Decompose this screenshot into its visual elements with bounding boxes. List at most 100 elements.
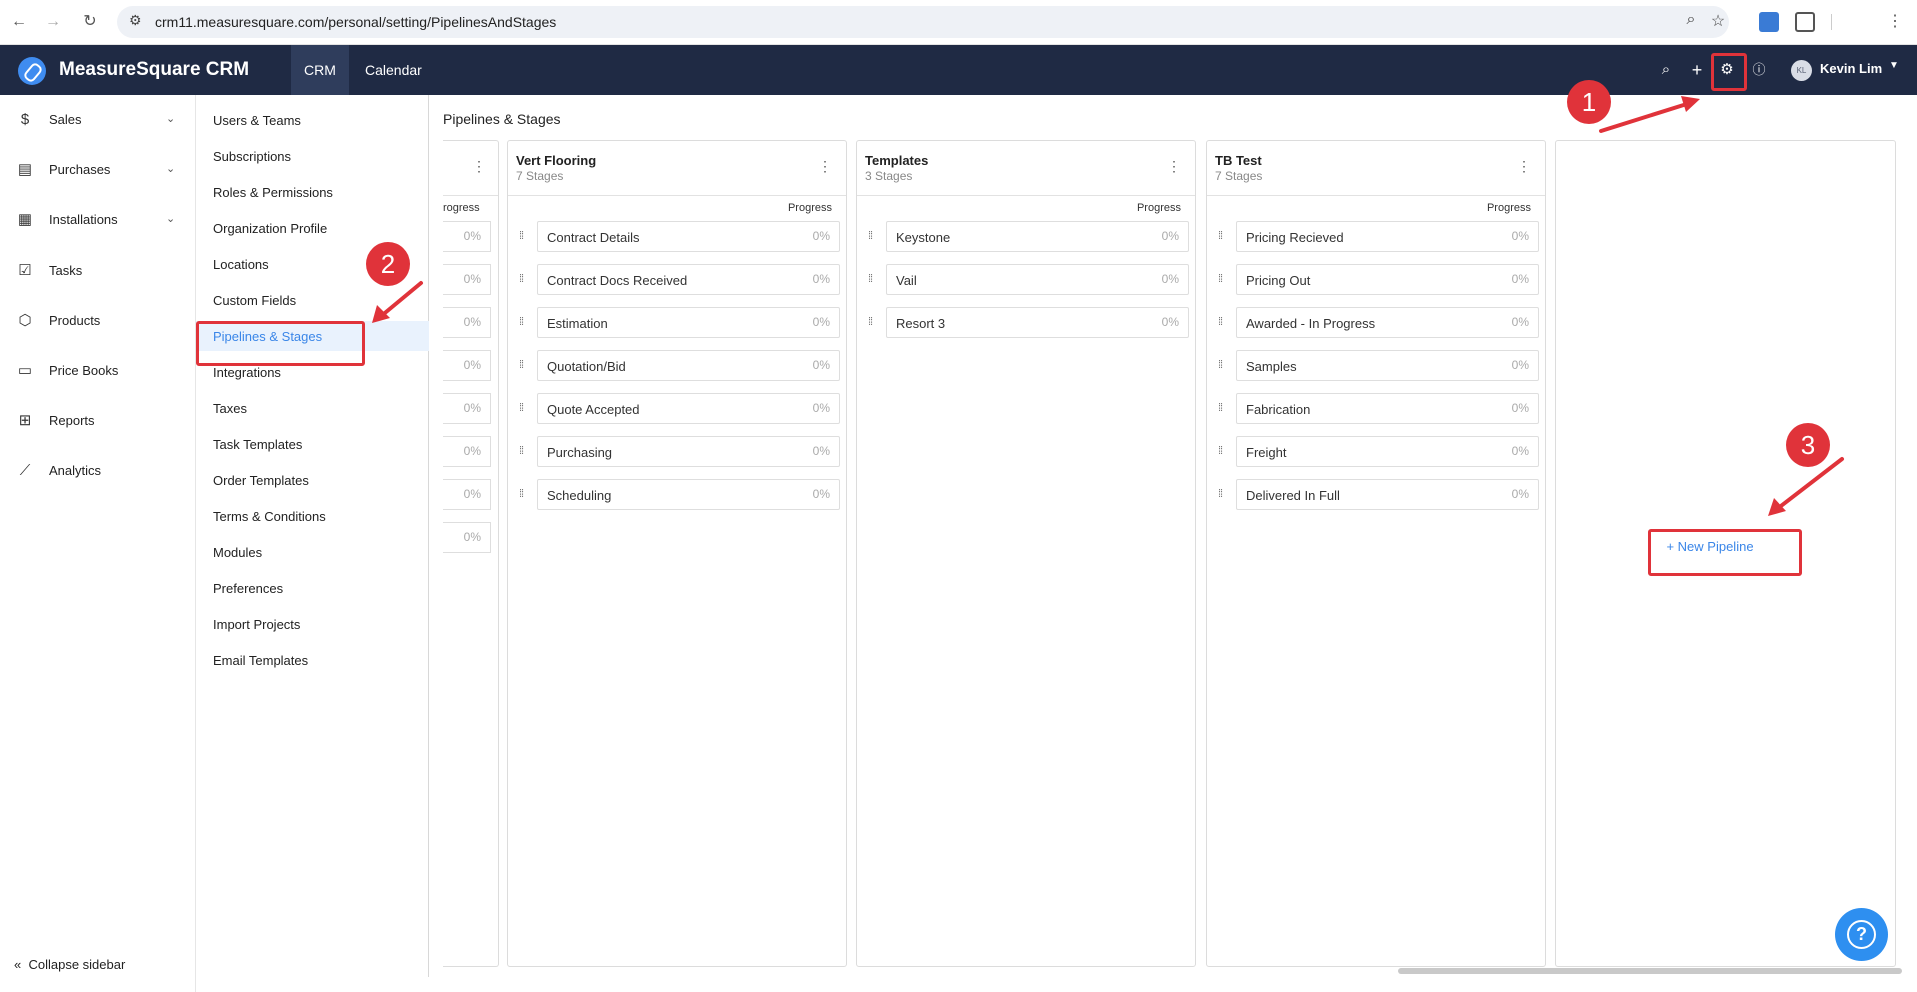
settings-nav-item[interactable]: Preferences (196, 573, 429, 603)
reload-icon[interactable]: ↻ (79, 11, 101, 33)
back-icon[interactable]: ← (8, 11, 30, 33)
drag-handle-icon[interactable]: ⁞⁞ (1218, 359, 1223, 371)
stage-item[interactable]: Scheduling 0% (537, 479, 840, 510)
settings-nav-label: Users & Teams (213, 113, 301, 128)
sidebar-item-analytics[interactable]: ⟋ Analytics (0, 454, 196, 486)
caret-down-icon[interactable]: ▼ (1889, 60, 1899, 71)
drag-handle-icon[interactable]: ⁞⁞ (519, 445, 524, 457)
stage-item-partial[interactable]: 0% (443, 479, 491, 510)
stage-item[interactable]: Contract Docs Received 0% (537, 264, 840, 295)
help-icon[interactable]: ⓘ (1749, 60, 1769, 80)
kebab-menu-icon[interactable]: ⋮ (1517, 158, 1531, 175)
user-name[interactable]: Kevin Lim (1820, 61, 1882, 76)
settings-nav-item[interactable]: Import Projects (196, 609, 429, 639)
puzzle-icon[interactable] (1795, 12, 1815, 32)
stage-item-partial[interactable]: 0% (443, 307, 491, 338)
add-icon[interactable]: + (1687, 60, 1707, 80)
stage-item[interactable]: Estimation 0% (537, 307, 840, 338)
settings-nav-item[interactable]: Organization Profile (196, 213, 429, 243)
settings-nav-item[interactable]: Roles & Permissions (196, 177, 429, 207)
drag-handle-icon[interactable]: ⁞⁞ (1218, 316, 1223, 328)
stage-item[interactable]: Keystone 0% (886, 221, 1189, 252)
stage-progress: 0% (463, 401, 481, 415)
sidebar-item-label: Products (49, 313, 101, 328)
drag-handle-icon[interactable]: ⁞⁞ (1218, 402, 1223, 414)
bookmark-star-icon[interactable]: ☆ (1707, 11, 1729, 31)
chevron-down-icon[interactable]: ⌄ (166, 212, 175, 225)
browser-menu-icon[interactable]: ⋮ (1884, 11, 1906, 33)
sidebar-item-products[interactable]: ⬡ Products (0, 304, 196, 336)
stage-item-partial[interactable]: 0% (443, 393, 491, 424)
stage-item[interactable]: Delivered In Full 0% (1236, 479, 1539, 510)
stage-item-partial[interactable]: 0% (443, 522, 491, 553)
settings-nav-item[interactable]: Custom Fields (196, 285, 429, 315)
chevron-down-icon[interactable]: ⌄ (166, 112, 175, 125)
settings-nav-item[interactable]: Subscriptions (196, 141, 429, 171)
settings-nav-item[interactable]: Order Templates (196, 465, 429, 495)
stage-item[interactable]: Vail 0% (886, 264, 1189, 295)
settings-nav-item[interactable]: Users & Teams (196, 105, 429, 135)
drag-handle-icon[interactable]: ⁞⁞ (868, 316, 873, 328)
drag-handle-icon[interactable]: ⁞⁞ (519, 402, 524, 414)
search-icon[interactable]: ⌕ (1656, 60, 1676, 80)
chevron-down-icon[interactable]: ⌄ (166, 162, 175, 175)
address-bar[interactable]: ⚙ crm11.measuresquare.com/personal/setti… (117, 6, 1729, 38)
site-settings-icon[interactable]: ⚙ (129, 12, 142, 29)
stage-item[interactable]: Awarded - In Progress 0% (1236, 307, 1539, 338)
drag-handle-icon[interactable]: ⁞⁞ (868, 230, 873, 242)
stage-item[interactable]: Contract Details 0% (537, 221, 840, 252)
kebab-menu-icon[interactable]: ⋮ (818, 158, 832, 175)
stage-item-partial[interactable]: 0% (443, 264, 491, 295)
horizontal-scrollbar[interactable] (1398, 968, 1902, 974)
sidebar-item-sales[interactable]: $ Sales ⌄ (0, 103, 196, 135)
settings-nav-item[interactable]: Taxes (196, 393, 429, 423)
settings-nav-item[interactable]: Task Templates (196, 429, 429, 459)
stage-item[interactable]: Resort 3 0% (886, 307, 1189, 338)
drag-handle-icon[interactable]: ⁞⁞ (519, 488, 524, 500)
settings-nav-label: Roles & Permissions (213, 185, 333, 200)
stage-item[interactable]: Quotation/Bid 0% (537, 350, 840, 381)
stage-item[interactable]: Freight 0% (1236, 436, 1539, 467)
stage-item[interactable]: Samples 0% (1236, 350, 1539, 381)
stage-item-partial[interactable]: 0% (443, 436, 491, 467)
stage-item[interactable]: Quote Accepted 0% (537, 393, 840, 424)
kebab-menu-icon[interactable]: ⋮ (472, 158, 486, 175)
sidebar-item-reports[interactable]: ⊞ Reports (0, 404, 196, 436)
tab-crm[interactable]: CRM (291, 45, 349, 95)
extension-icon[interactable] (1759, 12, 1779, 32)
zoom-icon[interactable]: ⌕ (1680, 11, 1702, 29)
drag-handle-icon[interactable]: ⁞⁞ (868, 273, 873, 285)
settings-nav-item[interactable]: Terms & Conditions (196, 501, 429, 531)
stage-progress: 0% (812, 358, 830, 372)
pipeline-name[interactable]: TB Test (1215, 153, 1262, 168)
drag-handle-icon[interactable]: ⁞⁞ (519, 359, 524, 371)
kebab-menu-icon[interactable]: ⋮ (1167, 158, 1181, 175)
drag-handle-icon[interactable]: ⁞⁞ (1218, 488, 1223, 500)
stage-item[interactable]: Pricing Recieved 0% (1236, 221, 1539, 252)
drag-handle-icon[interactable]: ⁞⁞ (1218, 273, 1223, 285)
stage-item-partial[interactable]: 0% (443, 221, 491, 252)
drag-handle-icon[interactable]: ⁞⁞ (519, 316, 524, 328)
stage-item[interactable]: Pricing Out 0% (1236, 264, 1539, 295)
drag-handle-icon[interactable]: ⁞⁞ (1218, 445, 1223, 457)
tab-calendar[interactable]: Calendar (352, 45, 435, 95)
drag-handle-icon[interactable]: ⁞⁞ (519, 273, 524, 285)
stage-progress: 0% (463, 530, 481, 544)
drag-handle-icon[interactable]: ⁞⁞ (1218, 230, 1223, 242)
settings-nav-item[interactable]: Email Templates (196, 645, 429, 675)
pipeline-name[interactable]: Vert Flooring (516, 153, 596, 168)
avatar[interactable]: KL (1791, 60, 1812, 81)
help-chat-button[interactable]: ? (1835, 908, 1888, 961)
collapse-sidebar-button[interactable]: « Collapse sidebar (14, 957, 125, 972)
stage-item[interactable]: Purchasing 0% (537, 436, 840, 467)
stage-item-partial[interactable]: 0% (443, 350, 491, 381)
forward-icon[interactable]: → (42, 11, 64, 33)
sidebar-item-tasks[interactable]: ☑ Tasks (0, 254, 196, 286)
pipeline-name[interactable]: Templates (865, 153, 928, 168)
drag-handle-icon[interactable]: ⁞⁞ (519, 230, 524, 242)
settings-nav-item[interactable]: Modules (196, 537, 429, 567)
stage-item[interactable]: Fabrication 0% (1236, 393, 1539, 424)
sidebar-item-price-books[interactable]: ▭ Price Books (0, 354, 196, 386)
sidebar-item-purchases[interactable]: ▤ Purchases ⌄ (0, 153, 196, 185)
sidebar-item-installations[interactable]: ▦ Installations ⌄ (0, 203, 196, 235)
